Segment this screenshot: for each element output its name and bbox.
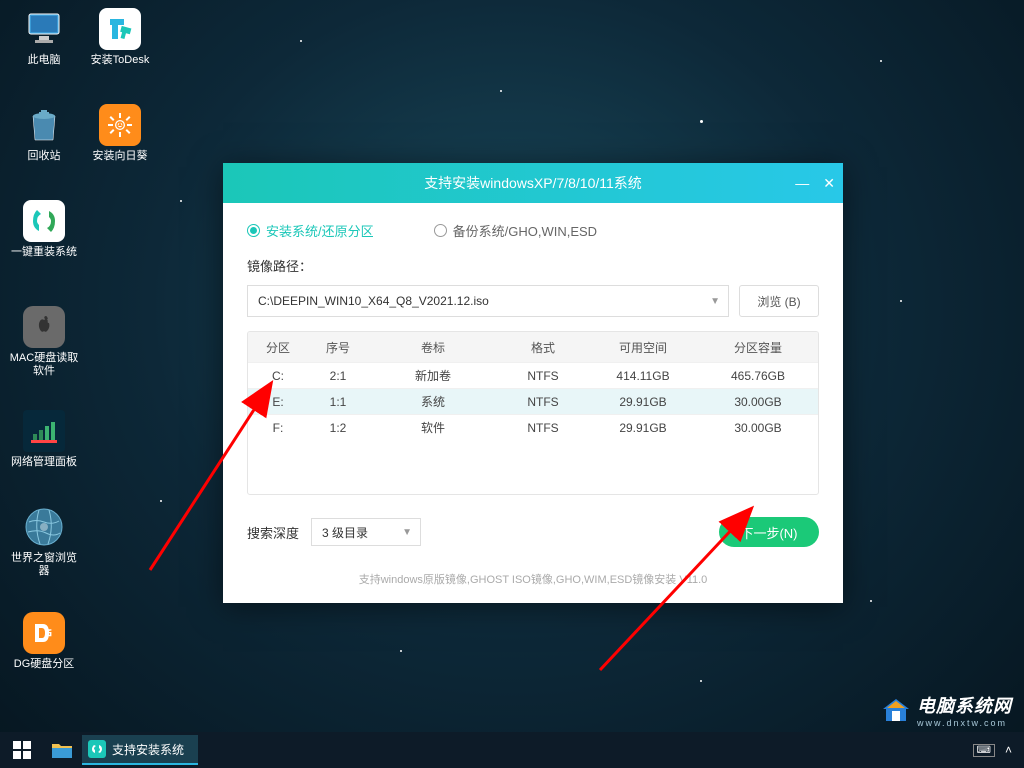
- house-icon: [881, 697, 911, 723]
- watermark: 电脑系统网 www.dnxtw.com: [881, 692, 1012, 728]
- col-index: 序号: [308, 339, 368, 356]
- desktop-icon-this-pc[interactable]: 此电脑: [8, 8, 80, 67]
- desktop-icon-label: 世界之窗浏览器: [8, 552, 80, 578]
- desktop-icon-network-panel[interactable]: 网络管理面板: [8, 410, 80, 469]
- taskbar: 支持安装系统 ⌨ ˄: [0, 732, 1024, 768]
- desktop-icon-label: DG硬盘分区: [14, 658, 75, 671]
- path-value: C:\DEEPIN_WIN10_X64_Q8_V2021.12.iso: [258, 294, 489, 308]
- search-depth-label: 搜索深度: [247, 523, 299, 542]
- task-label: 支持安装系统: [112, 741, 184, 758]
- desktop-icon-label: 安装向日葵: [93, 150, 148, 163]
- table-row[interactable]: F: 1:2 软件 NTFS 29.91GB 30.00GB: [248, 414, 818, 440]
- desktop-icon-recycle-bin[interactable]: 回收站: [8, 104, 80, 163]
- windows-icon: [13, 741, 31, 759]
- radio-backup[interactable]: 备份系统/GHO,WIN,ESD: [434, 221, 597, 240]
- start-button[interactable]: [0, 732, 44, 768]
- network-icon: [23, 410, 65, 452]
- radio-dot-icon: [247, 224, 260, 237]
- recycle-bin-icon: [23, 104, 65, 146]
- titlebar[interactable]: 支持安装windowsXP/7/8/10/11系统 — ✕: [223, 163, 843, 203]
- radio-label: 安装系统/还原分区: [266, 221, 374, 240]
- col-partition: 分区: [248, 339, 308, 356]
- desktop-icon-todesk[interactable]: 安装ToDesk: [84, 8, 156, 67]
- radio-label: 备份系统/GHO,WIN,ESD: [453, 221, 597, 240]
- apple-icon: [23, 306, 65, 348]
- radio-dot-icon: [434, 224, 447, 237]
- image-path-dropdown[interactable]: C:\DEEPIN_WIN10_X64_Q8_V2021.12.iso ▼: [247, 285, 729, 317]
- table-row[interactable]: C: 2:1 新加卷 NTFS 414.11GB 465.76GB: [248, 362, 818, 388]
- minimize-button[interactable]: —: [795, 175, 809, 191]
- desktop-icon-dg[interactable]: DG硬盘分区: [8, 612, 80, 671]
- desktop-icon-label: 网络管理面板: [11, 456, 77, 469]
- footer-info: 支持windows原版镜像,GHOST ISO镜像,GHO,WIM,ESD镜像安…: [247, 571, 819, 587]
- partition-table: 分区 序号 卷标 格式 可用空间 分区容量 C: 2:1 新加卷 NTFS 41…: [247, 331, 819, 495]
- desktop-icon-reinstall[interactable]: 一键重装系统: [8, 200, 80, 259]
- desktop-icon-label: MAC硬盘读取软件: [8, 352, 80, 378]
- chevron-down-icon: ▼: [402, 527, 412, 538]
- monitor-icon: [23, 8, 65, 50]
- desktop-icon-label: 此电脑: [28, 54, 61, 67]
- reinstall-icon: [23, 200, 65, 242]
- close-button[interactable]: ✕: [823, 175, 835, 192]
- dg-icon: [23, 612, 65, 654]
- col-format: 格式: [498, 339, 588, 356]
- sunflower-icon: [99, 104, 141, 146]
- radio-install-restore[interactable]: 安装系统/还原分区: [247, 221, 374, 240]
- watermark-title: 电脑系统网: [917, 692, 1012, 718]
- folder-icon: [51, 741, 73, 759]
- col-capacity: 分区容量: [698, 339, 818, 356]
- desktop-icon-label: 一键重装系统: [11, 246, 77, 259]
- desktop-icon-label: 回收站: [28, 150, 61, 163]
- taskbar-file-explorer[interactable]: [44, 732, 80, 768]
- desktop-icon-mac-disk[interactable]: MAC硬盘读取软件: [8, 306, 80, 378]
- globe-icon: [23, 506, 65, 548]
- installer-icon: [88, 740, 106, 758]
- table-row[interactable]: E: 1:1 系统 NTFS 29.91GB 30.00GB: [248, 388, 818, 414]
- todesk-icon: [99, 8, 141, 50]
- desktop-icon-sunflower[interactable]: 安装向日葵: [84, 104, 156, 163]
- image-path-label: 镜像路径：: [247, 256, 819, 275]
- install-dialog: 支持安装windowsXP/7/8/10/11系统 — ✕ 安装系统/还原分区 …: [223, 163, 843, 603]
- tray-keyboard-icon[interactable]: ⌨: [973, 744, 995, 757]
- chevron-down-icon: ▼: [710, 296, 720, 307]
- search-depth-select[interactable]: 3 级目录 ▼: [311, 518, 421, 546]
- desktop-icon-label: 安装ToDesk: [91, 54, 150, 67]
- tray-chevron-up-icon[interactable]: ˄: [1005, 743, 1012, 757]
- desktop-icon-browser[interactable]: 世界之窗浏览器: [8, 506, 80, 578]
- window-title: 支持安装windowsXP/7/8/10/11系统: [424, 173, 642, 193]
- col-free: 可用空间: [588, 339, 698, 356]
- depth-value: 3 级目录: [322, 524, 368, 541]
- next-button[interactable]: 下一步(N): [719, 517, 819, 547]
- col-label: 卷标: [368, 339, 498, 356]
- watermark-url: www.dnxtw.com: [917, 718, 1012, 728]
- taskbar-task-installer[interactable]: 支持安装系统: [82, 735, 198, 765]
- table-header: 分区 序号 卷标 格式 可用空间 分区容量: [248, 332, 818, 362]
- browse-button[interactable]: 浏览 (B): [739, 285, 819, 317]
